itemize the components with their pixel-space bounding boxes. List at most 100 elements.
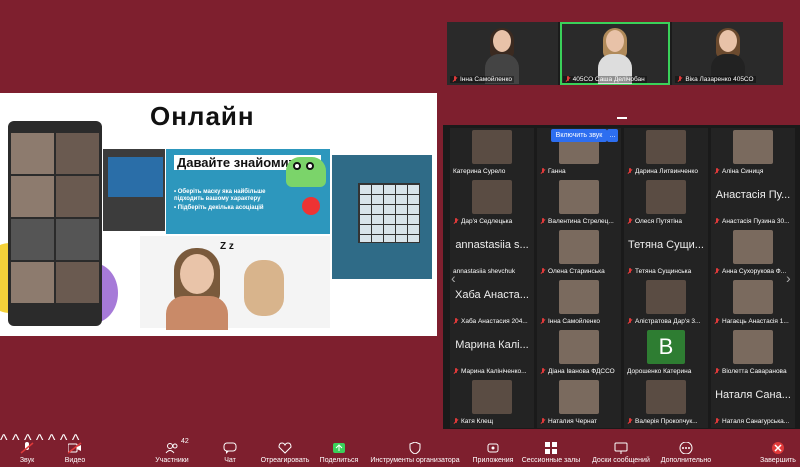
speaker-tile[interactable]: Віка Лазаренко 405СО: [672, 22, 784, 85]
participant-label: Катерина Сурело: [453, 168, 532, 175]
participant-tile[interactable]: Діана Іванова ФДССО: [537, 328, 621, 378]
mic-muted-icon: [627, 418, 633, 425]
participant-name: Віолетта Саваранова: [722, 368, 787, 375]
participant-tile[interactable]: Тетяна Сущи... Тетяна Сущинська: [624, 228, 708, 278]
participant-label: Валентина Стрелец...: [540, 218, 619, 225]
mic-muted-icon: [714, 168, 720, 175]
heart-icon: [278, 441, 292, 454]
dino-illustration: [286, 157, 326, 187]
participant-name: Наталя Санагурська...: [722, 418, 790, 425]
shared-screen: Онлайн Давайте знайомитись • Оберіть мас…: [0, 93, 437, 336]
mic-muted-icon: [453, 418, 459, 425]
apps-button[interactable]: Приложения: [470, 432, 516, 467]
participant-tile[interactable]: Олеся Путятіна: [624, 178, 708, 228]
grid-icon: [544, 441, 558, 454]
participant-tile[interactable]: Катя Клещ: [450, 378, 534, 428]
react-button[interactable]: Отреагировать: [258, 432, 312, 467]
close-icon: [771, 441, 785, 454]
participant-tile[interactable]: Дар'я Седлецька: [450, 178, 534, 228]
participant-tile[interactable]: Валентина Стрелец...: [537, 178, 621, 228]
next-page-icon[interactable]: ›: [786, 270, 791, 286]
participant-video: [559, 180, 599, 214]
chevron-up-icon[interactable]: ^: [48, 432, 56, 449]
participant-tile[interactable]: Інна Самойленко: [537, 278, 621, 328]
avatar-letter: B: [647, 330, 685, 364]
participant-name: Анна Сухорукова Ф...: [722, 268, 787, 275]
participant-name: Наталия Чернат: [548, 418, 598, 425]
participant-name: Аліна Синиця: [722, 168, 764, 175]
participant-video: [733, 130, 773, 164]
more-button[interactable]: Дополнительно: [658, 432, 714, 467]
mic-muted-icon: [714, 268, 720, 275]
participant-tile[interactable]: Аліна Синиця: [711, 128, 795, 178]
panel-divider[interactable]: [617, 117, 627, 119]
participant-name: Катерина Сурело: [453, 168, 506, 175]
mic-muted-icon: [627, 268, 633, 275]
mic-muted-icon: [627, 168, 633, 175]
card-bullet: • Оберіть маску яка найбільше підходить …: [174, 189, 266, 202]
card-bullet: • Підберіть декілька асоціацій: [174, 205, 264, 211]
share-screen-button[interactable]: Поделиться: [318, 432, 360, 467]
participant-video: [646, 380, 686, 414]
phone-screenshot: [8, 121, 102, 326]
participant-video: [485, 28, 520, 84]
participant-tile[interactable]: Катерина Сурело: [450, 128, 534, 178]
mic-muted-icon: [627, 318, 633, 325]
host-tools-button[interactable]: Инструменты организатора: [368, 432, 462, 467]
participant-label: Валерія Прокопчук...: [627, 418, 706, 425]
apps-icon: [486, 441, 500, 453]
chat-button[interactable]: Чат: [220, 432, 240, 467]
participant-tile[interactable]: Анна Сухорукова Ф...: [711, 228, 795, 278]
participant-tile[interactable]: Нагаєць Анастасія 1...: [711, 278, 795, 328]
microphone-illustration: [302, 197, 320, 215]
speaker-strip: Інна Самойленко 405СО Саша Делічобан Вік…: [447, 22, 784, 85]
end-meeting-button[interactable]: Завершить: [758, 432, 798, 467]
participant-tile[interactable]: Хаба Анаста... Хаба Анастасия 204...: [450, 278, 534, 328]
participant-tile[interactable]: annastasiia s... annastasiia shevchuk: [450, 228, 534, 278]
prev-page-icon[interactable]: ‹: [451, 270, 456, 286]
video-camera-icon: [67, 441, 82, 454]
participant-tile[interactable]: Анастасія Пу... Анастасія Пузина 30...: [711, 178, 795, 228]
more-options-button[interactable]: ...: [607, 129, 618, 142]
participant-name: Дарина Литвинченко: [635, 168, 698, 175]
participant-video: [559, 330, 599, 364]
chevron-up-icon[interactable]: ^: [0, 432, 8, 449]
participant-label: Дорошенко Катерина: [627, 368, 706, 375]
mic-muted-icon: [540, 218, 546, 225]
mic-muted-icon: [714, 368, 720, 375]
unmute-button[interactable]: Включить звук: [551, 129, 607, 142]
participant-label: Наталя Санагурська...: [714, 418, 793, 425]
participant-tile[interactable]: Валерія Прокопчук...: [624, 378, 708, 428]
participant-name-large: Марина Калі...: [455, 339, 529, 351]
participant-tile[interactable]: Віолетта Саваранова: [711, 328, 795, 378]
mic-muted-icon: [540, 318, 546, 325]
speaker-name: Віка Лазаренко 405СО: [685, 76, 754, 83]
speaker-tile-active[interactable]: 405СО Саша Делічобан: [559, 22, 671, 85]
whiteboards-button[interactable]: Доски сообщений: [590, 432, 652, 467]
participants-count: 42: [181, 438, 189, 445]
mic-muted-icon: [453, 318, 459, 325]
participant-tile[interactable]: Дарина Литвинченко: [624, 128, 708, 178]
video-button[interactable]: Видео: [62, 432, 88, 467]
breakout-rooms-button[interactable]: Сессионные залы: [520, 432, 582, 467]
mic-muted-icon: [540, 418, 546, 425]
participant-tile[interactable]: Алістратова Дар'я 3...: [624, 278, 708, 328]
participant-name-large: Анастасія Пу...: [715, 189, 791, 201]
participant-name: Хаба Анастасия 204...: [461, 318, 528, 325]
participant-tile[interactable]: Наталия Чернат: [537, 378, 621, 428]
slide-title: Онлайн: [144, 101, 261, 131]
participant-label: Алістратова Дар'я 3...: [627, 318, 706, 325]
participant-name: Олена Старинська: [548, 268, 605, 275]
mic-muted-icon: [540, 368, 546, 375]
participant-tile[interactable]: B Дорошенко Катерина: [624, 328, 708, 378]
participant-tile[interactable]: Марина Калі... Марина Калініченко...: [450, 328, 534, 378]
participant-tile[interactable]: Олена Старинська: [537, 228, 621, 278]
participant-tile[interactable]: Наталя Сана... Наталя Санагурська...: [711, 378, 795, 428]
participants-icon: [165, 441, 179, 454]
speaker-name: Інна Самойленко: [460, 76, 513, 83]
mute-button[interactable]: Звук: [14, 432, 40, 467]
participant-label: Анастасія Пузина 30...: [714, 218, 793, 225]
mic-muted-icon: [714, 318, 720, 325]
more-dots-icon: [679, 441, 693, 455]
speaker-tile[interactable]: Інна Самойленко: [447, 22, 558, 85]
